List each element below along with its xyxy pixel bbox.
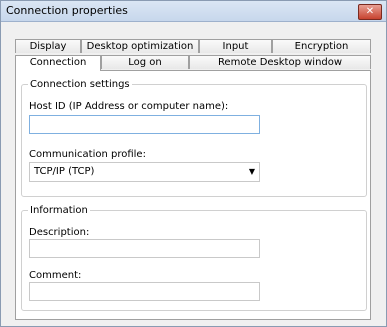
tab-encryption[interactable]: Encryption xyxy=(272,39,371,53)
chevron-down-icon: ▼ xyxy=(248,167,255,176)
communication-profile-label: Communication profile: xyxy=(29,149,146,160)
tab-log-on[interactable]: Log on xyxy=(101,55,189,69)
tab-panel-connection: Connection settings Host ID (IP Address … xyxy=(15,70,371,320)
communication-profile-select[interactable]: TCP/IP (TCP) ▼ xyxy=(29,162,260,182)
title-bar: Connection properties ✕ xyxy=(1,1,386,22)
host-id-label: Host ID (IP Address or computer name): xyxy=(29,101,229,112)
tab-connection[interactable]: Connection xyxy=(15,55,101,71)
comment-input[interactable] xyxy=(29,282,260,301)
tab-desktop-optimization[interactable]: Desktop optimization xyxy=(81,39,199,53)
tab-input[interactable]: Input xyxy=(199,39,272,53)
connection-properties-window: Connection properties ✕ Display Desktop … xyxy=(0,0,387,327)
information-legend: Information xyxy=(30,205,88,216)
connection-settings-legend: Connection settings xyxy=(30,79,130,90)
host-id-input[interactable] xyxy=(29,115,260,134)
communication-profile-value: TCP/IP (TCP) xyxy=(34,166,95,177)
description-input[interactable] xyxy=(29,239,260,258)
tab-display[interactable]: Display xyxy=(15,39,81,53)
window-title: Connection properties xyxy=(6,4,128,17)
tab-remote-desktop-window[interactable]: Remote Desktop window xyxy=(189,55,371,69)
close-icon[interactable]: ✕ xyxy=(358,4,382,20)
description-label: Description: xyxy=(29,227,90,238)
comment-label: Comment: xyxy=(29,270,82,281)
